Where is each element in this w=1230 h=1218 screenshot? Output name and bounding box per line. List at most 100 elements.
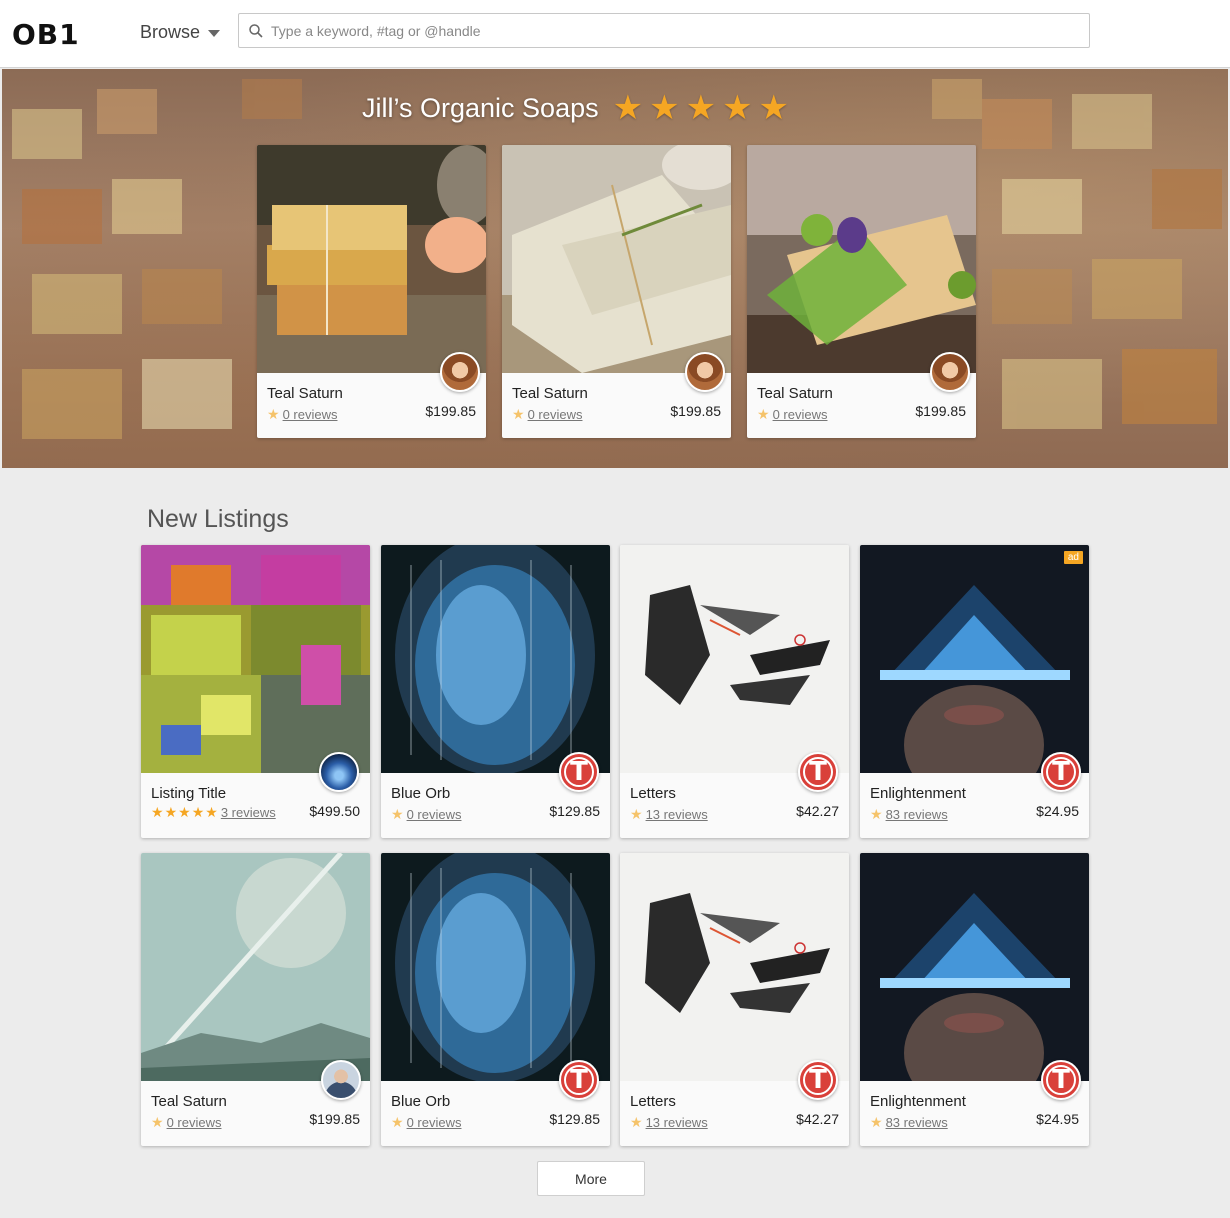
reviews-link[interactable]: 83 reviews xyxy=(886,807,948,822)
listing-card[interactable]: T Blue Orb ★ 0 reviews $129.85 xyxy=(381,545,610,838)
reviews-link[interactable]: 0 reviews xyxy=(167,1115,222,1130)
listing-price: $24.95 xyxy=(1036,803,1079,819)
star-icon: ★ xyxy=(151,1114,164,1130)
seller-avatar[interactable]: T xyxy=(1041,1060,1081,1100)
reviews-link[interactable]: 13 reviews xyxy=(646,807,708,822)
seller-avatar[interactable] xyxy=(319,752,359,792)
listing-rating: ★ 0 reviews xyxy=(757,406,827,423)
store-title-row: Jill’s Organic Soaps ★ ★ ★ ★ ★ xyxy=(362,91,789,125)
listing-image xyxy=(381,853,610,1081)
listing-card[interactable]: T Enlightenment ★ 83 reviews $24.95 xyxy=(860,853,1089,1146)
listing-card[interactable]: T Blue Orb ★ 0 reviews $129.85 xyxy=(381,853,610,1146)
star-icon: ★ xyxy=(649,89,680,127)
reviews-link[interactable]: 13 reviews xyxy=(646,1115,708,1130)
listing-name[interactable]: Enlightenment xyxy=(870,1093,966,1110)
listing-price: $42.27 xyxy=(796,1111,839,1127)
reviews-link[interactable]: 0 reviews xyxy=(407,807,462,822)
star-icon: ★ xyxy=(685,89,717,127)
top-bar: OB1 Browse xyxy=(0,0,1230,68)
listing-image xyxy=(620,853,849,1081)
listing-image xyxy=(747,145,976,373)
listing-rating: ★ 83 reviews xyxy=(870,1114,948,1131)
star-icon: ★ xyxy=(391,1114,404,1130)
listing-card[interactable]: Teal Saturn ★ 0 reviews $199.85 xyxy=(141,853,370,1146)
seller-avatar[interactable]: T xyxy=(1041,752,1081,792)
star-icon: ★ xyxy=(191,804,205,820)
listing-rating: ★ 0 reviews xyxy=(512,406,582,423)
listing-name[interactable]: Letters xyxy=(630,1093,676,1110)
listing-name[interactable]: Teal Saturn xyxy=(757,385,833,402)
star-icon: ★ xyxy=(630,806,643,822)
seller-avatar[interactable] xyxy=(930,352,970,392)
listing-card[interactable]: T Letters ★ 13 reviews $42.27 xyxy=(620,853,849,1146)
t-logo-icon: T xyxy=(1046,1065,1076,1095)
listing-card[interactable]: T Letters ★ 13 reviews $42.27 xyxy=(620,545,849,838)
seller-avatar[interactable]: T xyxy=(559,1060,599,1100)
listing-price: $129.85 xyxy=(549,1111,600,1127)
reviews-link[interactable]: 83 reviews xyxy=(886,1115,948,1130)
featured-listing-card[interactable]: Teal Saturn ★ 0 reviews $199.85 xyxy=(747,145,976,438)
listing-price: $199.85 xyxy=(425,403,476,419)
seller-avatar[interactable] xyxy=(685,352,725,392)
reviews-link[interactable]: 0 reviews xyxy=(528,407,583,422)
listing-price: $42.27 xyxy=(796,803,839,819)
star-icon: ★ xyxy=(870,1114,883,1130)
reviews-link[interactable]: 0 reviews xyxy=(283,407,338,422)
listing-image xyxy=(502,145,731,373)
listing-name[interactable]: Teal Saturn xyxy=(512,385,588,402)
star-icon: ★ xyxy=(722,89,753,127)
listing-image xyxy=(141,545,370,773)
listing-rating: ★ 0 reviews xyxy=(151,1114,221,1131)
listing-name[interactable]: Blue Orb xyxy=(391,1093,450,1110)
browse-dropdown[interactable]: Browse xyxy=(140,22,221,43)
listing-price: $199.85 xyxy=(309,1111,360,1127)
listing-rating: ★ 0 reviews xyxy=(391,1114,461,1131)
logo[interactable]: OB1 xyxy=(12,18,80,51)
listing-name[interactable]: Teal Saturn xyxy=(267,385,343,402)
reviews-link[interactable]: 0 reviews xyxy=(407,1115,462,1130)
star-icon: ★ xyxy=(757,406,770,422)
star-icon: ★ xyxy=(164,804,178,820)
t-logo-icon: T xyxy=(1046,757,1076,787)
ad-badge: ad xyxy=(1063,551,1083,564)
star-icon: ★ xyxy=(630,1114,643,1130)
listing-name[interactable]: Enlightenment xyxy=(870,785,966,802)
t-logo-icon: T xyxy=(803,1065,833,1095)
listing-price: $129.85 xyxy=(549,803,600,819)
listing-price: $199.85 xyxy=(915,403,966,419)
t-logo-icon: T xyxy=(564,757,594,787)
t-logo-icon: T xyxy=(803,757,833,787)
listing-image xyxy=(381,545,610,773)
seller-avatar[interactable]: T xyxy=(798,752,838,792)
seller-avatar[interactable]: T xyxy=(559,752,599,792)
section-title: New Listings xyxy=(147,505,289,533)
seller-avatar[interactable]: T xyxy=(798,1060,838,1100)
listing-image: ad xyxy=(860,545,1089,773)
star-icon: ★ xyxy=(512,406,525,422)
listing-rating: ★ 0 reviews xyxy=(391,806,461,823)
search-input[interactable] xyxy=(271,22,1051,39)
listing-name[interactable]: Letters xyxy=(630,785,676,802)
star-icon: ★ xyxy=(758,89,790,127)
store-title[interactable]: Jill’s Organic Soaps xyxy=(362,93,599,124)
listing-rating: ★ 0 reviews xyxy=(267,406,337,423)
search-icon xyxy=(249,23,263,38)
star-icon: ★ xyxy=(267,406,280,422)
seller-avatar[interactable] xyxy=(440,352,480,392)
reviews-link[interactable]: 0 reviews xyxy=(773,407,828,422)
star-icon: ★ xyxy=(612,89,644,127)
listing-name[interactable]: Teal Saturn xyxy=(151,1093,227,1110)
featured-listing-card[interactable]: Teal Saturn ★ 0 reviews $199.85 xyxy=(502,145,731,438)
seller-avatar[interactable] xyxy=(321,1060,361,1100)
listing-image xyxy=(257,145,486,373)
listing-card[interactable]: Listing Title ★ ★ ★ ★ ★ 3 reviews $499.5… xyxy=(141,545,370,838)
listing-name[interactable]: Listing Title xyxy=(151,785,226,802)
listing-price: $199.85 xyxy=(670,403,721,419)
listing-name[interactable]: Blue Orb xyxy=(391,785,450,802)
more-button[interactable]: More xyxy=(537,1161,645,1196)
featured-listing-card[interactable]: Teal Saturn ★ 0 reviews $199.85 xyxy=(257,145,486,438)
reviews-link[interactable]: 3 reviews xyxy=(221,805,276,820)
listing-image xyxy=(141,853,370,1081)
search-bar[interactable] xyxy=(238,13,1090,48)
listing-card[interactable]: ad T Enlightenment ★ 83 reviews $24.95 xyxy=(860,545,1089,838)
